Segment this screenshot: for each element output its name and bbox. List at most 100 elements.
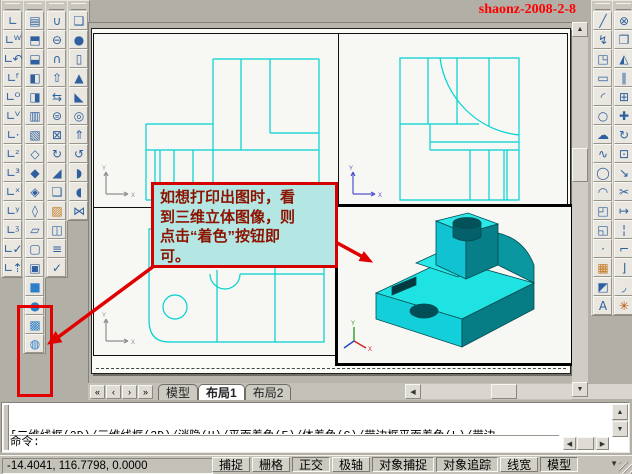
region-button[interactable]: ◩: [593, 277, 612, 296]
move-ucs-origin-button[interactable]: ∟⇡: [3, 258, 22, 277]
command-scroll-down[interactable]: ▼: [612, 421, 628, 437]
command-window-grip[interactable]: [3, 405, 9, 450]
origin-ucs-button[interactable]: ∟·: [3, 125, 22, 144]
view-ucs-button[interactable]: ∟ⱽ: [3, 106, 22, 125]
ellipse-arc-button[interactable]: ◠: [593, 182, 612, 201]
snap-toggle-button[interactable]: 捕捉: [212, 457, 250, 472]
2d-wireframe-button[interactable]: ▱: [25, 220, 44, 239]
command-scroll-right[interactable]: ▶: [596, 437, 609, 450]
tab-layout2[interactable]: 布局2: [245, 384, 292, 400]
world-ucs-button[interactable]: ∟ᵂ: [3, 30, 22, 49]
sphere-button[interactable]: ●: [69, 30, 88, 49]
vertical-scrollbar[interactable]: ▲ ▼: [572, 22, 588, 397]
toolbar-grip[interactable]: [5, 3, 20, 10]
copy-faces-button[interactable]: ❏: [47, 182, 66, 201]
toolbar-grip[interactable]: [71, 3, 86, 10]
back-view-button[interactable]: ▧: [25, 125, 44, 144]
previous-tab-button[interactable]: ‹: [106, 385, 121, 399]
flat-shaded-button[interactable]: ■: [25, 277, 44, 296]
array-button[interactable]: ⊞: [614, 87, 632, 106]
hatch-button[interactable]: ▦: [593, 258, 612, 277]
hidden-mode-button[interactable]: ▣: [25, 258, 44, 277]
interfere-button[interactable]: ⋈: [69, 201, 88, 220]
delete-faces-button[interactable]: ⊠: [47, 125, 66, 144]
tab-model[interactable]: 模型: [158, 384, 198, 400]
explode-button[interactable]: ✳: [614, 296, 632, 315]
spline-button[interactable]: ∿: [593, 144, 612, 163]
point-button[interactable]: ·: [593, 239, 612, 258]
extrude-faces-button[interactable]: ⇧: [47, 68, 66, 87]
scroll-left-button[interactable]: ◀: [405, 384, 421, 399]
move-button[interactable]: ✚: [614, 106, 632, 125]
union-button[interactable]: ∪: [47, 11, 66, 30]
revolve-button[interactable]: ↺: [69, 144, 88, 163]
subtract-button[interactable]: ⊖: [47, 30, 66, 49]
stretch-button[interactable]: ↘: [614, 163, 632, 182]
rotate-button[interactable]: ↻: [614, 125, 632, 144]
clean-button[interactable]: ≡: [47, 239, 66, 258]
box-button[interactable]: ❑: [69, 11, 88, 30]
ucs-previous-button[interactable]: ∟↶: [3, 49, 22, 68]
grid-toggle-button[interactable]: 栅格: [252, 457, 290, 472]
viewport-side-view[interactable]: Y X: [338, 33, 568, 209]
viewport-3d-shaded-model[interactable]: Y X: [335, 204, 574, 366]
horizontal-scroll-thumb[interactable]: [491, 384, 517, 399]
copy-button[interactable]: ❐: [614, 30, 632, 49]
osnap-toggle-button[interactable]: 对象捕捉: [372, 457, 434, 472]
tab-layout1[interactable]: 布局1: [198, 384, 245, 400]
offset-faces-button[interactable]: ⊜: [47, 106, 66, 125]
command-scrollbar[interactable]: ▲ ▼: [612, 404, 628, 437]
scale-button[interactable]: ⊡: [614, 144, 632, 163]
erase-button[interactable]: ⊗: [614, 11, 632, 30]
break-at-point-button[interactable]: ¦: [614, 220, 632, 239]
ellipse-button[interactable]: ◯: [593, 163, 612, 182]
toolbar-grip[interactable]: [27, 3, 42, 10]
arc-button[interactable]: ◜: [593, 87, 612, 106]
model-paper-toggle-button[interactable]: 模型: [540, 457, 578, 472]
rotate-faces-button[interactable]: ↻: [47, 144, 66, 163]
taper-faces-button[interactable]: ◢: [47, 163, 66, 182]
horizontal-scrollbar[interactable]: ◀ ▶: [405, 384, 632, 399]
multiline-text-button[interactable]: A: [593, 296, 612, 315]
window-resize-grip[interactable]: [619, 462, 632, 474]
command-h-thumb[interactable]: [577, 437, 594, 450]
extrude-button[interactable]: ⇑: [69, 125, 88, 144]
z-axis-vector-ucs-button[interactable]: ∟ᶻ: [3, 144, 22, 163]
otrack-toggle-button[interactable]: 对象追踪: [436, 457, 498, 472]
top-view-button[interactable]: ⬒: [25, 30, 44, 49]
slice-button[interactable]: ◗: [69, 163, 88, 182]
3-point-ucs-button[interactable]: ∟³: [3, 163, 22, 182]
intersect-button[interactable]: ∩: [47, 49, 66, 68]
face-ucs-button[interactable]: ∟ᶠ: [3, 68, 22, 87]
break-button[interactable]: ⌐: [614, 239, 632, 258]
offset-button[interactable]: ∥: [614, 68, 632, 87]
z-rotate-ucs-button[interactable]: ∟ᶾ: [3, 220, 22, 239]
trim-button[interactable]: ✂: [614, 182, 632, 201]
apply-ucs-button[interactable]: ∟✓: [3, 239, 22, 258]
extend-button[interactable]: ↦: [614, 201, 632, 220]
bottom-view-button[interactable]: ⬓: [25, 49, 44, 68]
y-rotate-ucs-button[interactable]: ∟ʸ: [3, 201, 22, 220]
lineweight-toggle-button[interactable]: 线宽: [500, 457, 538, 472]
command-scroll-up[interactable]: ▲: [612, 404, 628, 420]
command-h-scrollbar[interactable]: ◀ ▶: [563, 437, 609, 450]
color-faces-button[interactable]: ▨: [47, 201, 66, 220]
ortho-toggle-button[interactable]: 正交: [292, 457, 330, 472]
circle-button[interactable]: ○: [593, 106, 612, 125]
move-faces-button[interactable]: ⇆: [47, 87, 66, 106]
command-prompt[interactable]: 命令:: [10, 435, 559, 450]
command-scroll-left[interactable]: ◀: [563, 437, 576, 450]
torus-button[interactable]: ◎: [69, 106, 88, 125]
polar-toggle-button[interactable]: 极轴: [332, 457, 370, 472]
3d-wireframe-button[interactable]: ▢: [25, 239, 44, 258]
se-isometric-view-button[interactable]: ◆: [25, 163, 44, 182]
check-button[interactable]: ✓: [47, 258, 66, 277]
revision-cloud-button[interactable]: ☁: [593, 125, 612, 144]
named-views-button[interactable]: ▤: [25, 11, 44, 30]
insert-block-button[interactable]: ◰: [593, 201, 612, 220]
cone-button[interactable]: ▲: [69, 68, 88, 87]
toolbar-grip[interactable]: [49, 3, 64, 10]
wedge-button[interactable]: ◣: [69, 87, 88, 106]
make-block-button[interactable]: ◱: [593, 220, 612, 239]
cylinder-button[interactable]: ▯: [69, 49, 88, 68]
